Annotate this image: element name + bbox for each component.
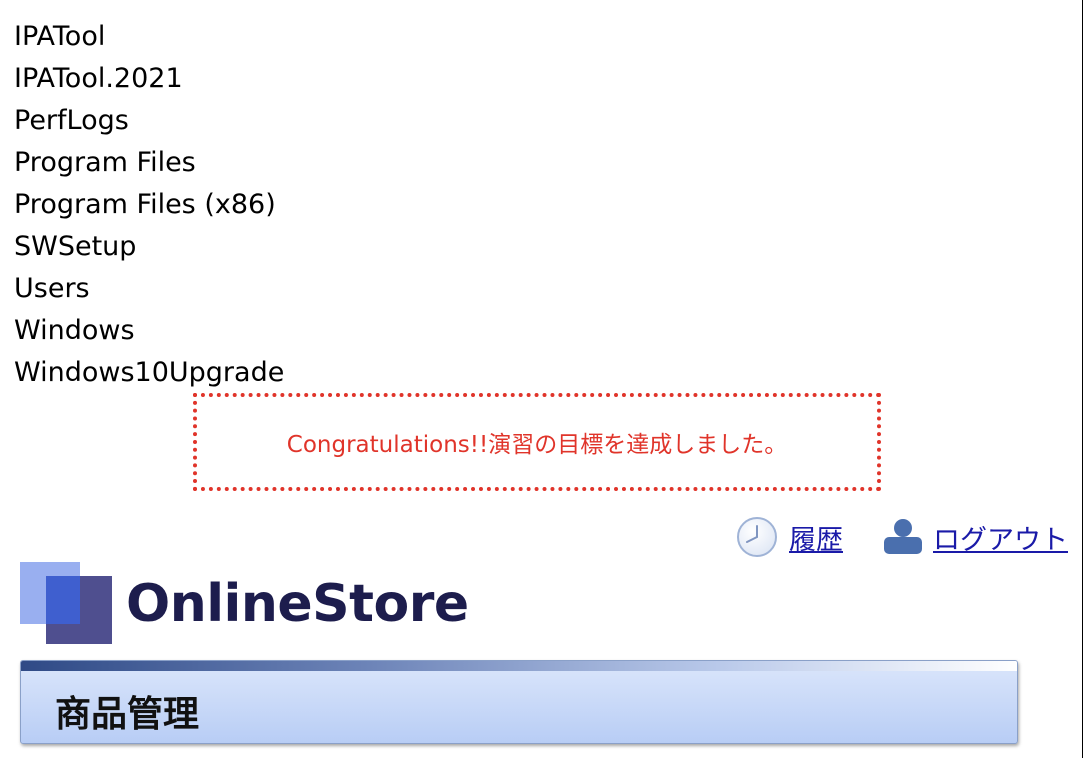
title-bar-stripe	[21, 661, 1017, 671]
logo-text: OnlineStore	[126, 574, 469, 634]
directory-item: Windows	[14, 315, 135, 346]
logout-link[interactable]: ログアウト	[933, 518, 1068, 557]
history-link[interactable]: 履歴	[789, 518, 843, 557]
directory-item: Program Files (x86)	[14, 189, 276, 220]
logo-mark-icon	[20, 562, 112, 644]
page-title: 商品管理	[55, 694, 200, 735]
directory-item: Users	[14, 273, 90, 304]
directory-item: Program Files	[14, 147, 196, 178]
directory-item: SWSetup	[14, 231, 137, 262]
directory-item: Windows10Upgrade	[14, 357, 285, 388]
directory-item: PerfLogs	[14, 105, 129, 136]
congratulations-text: Congratulations!!演習の目標を達成しました。	[286, 432, 788, 458]
history-link-group: 履歴	[735, 515, 843, 559]
directory-listing: IPATool IPATool.2021 PerfLogs Program Fi…	[14, 16, 284, 394]
page-title-bar: 商品管理	[20, 660, 1018, 744]
directory-item: IPATool	[14, 21, 106, 52]
user-icon	[884, 519, 922, 554]
header-links: 履歴 ログアウト	[735, 512, 1068, 562]
site-logo: OnlineStore	[20, 562, 580, 650]
logout-link-group: ログアウト	[881, 517, 1068, 557]
directory-item: IPATool.2021	[14, 63, 183, 94]
page-edge-rule	[1082, 0, 1083, 758]
clock-icon	[737, 517, 777, 557]
congratulations-message: Congratulations!!演習の目標を達成しました。	[193, 393, 881, 491]
